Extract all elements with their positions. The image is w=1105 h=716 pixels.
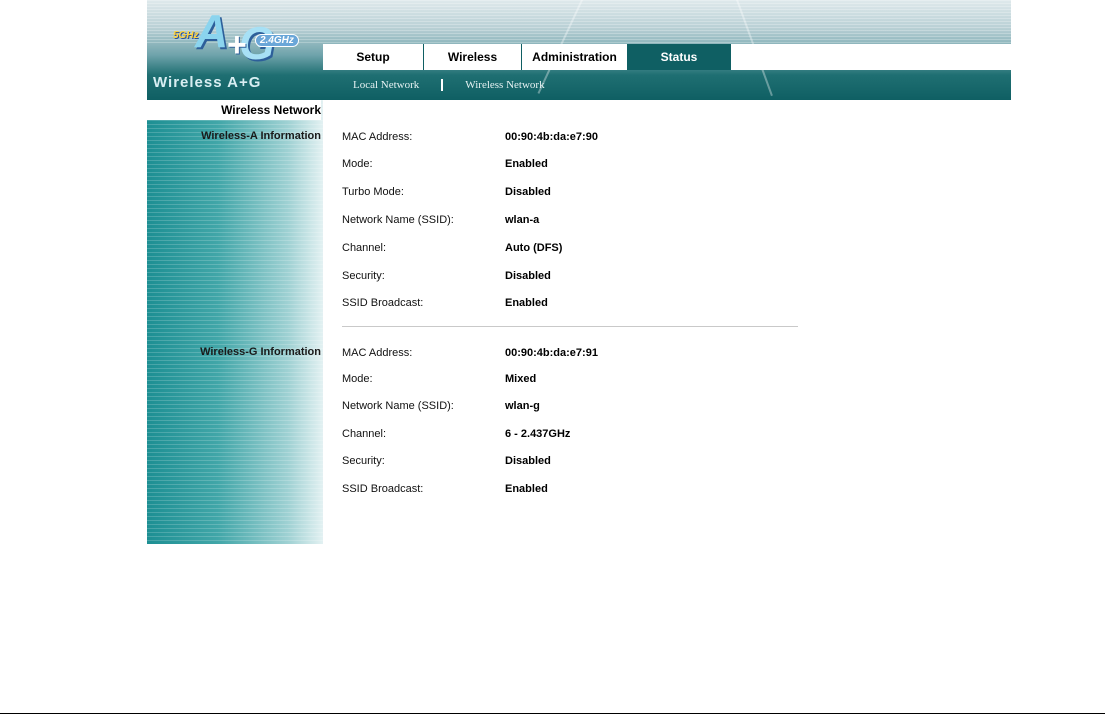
- info-label: Turbo Mode:: [342, 186, 404, 198]
- info-row-g-ssid: Network Name (SSID): wlan-g: [342, 400, 842, 420]
- info-row-g-mode: Mode: Mixed: [342, 373, 842, 393]
- info-row-g-channel: Channel: 6 - 2.437GHz: [342, 428, 842, 448]
- tab-wireless[interactable]: Wireless: [424, 44, 522, 70]
- info-label: Mode:: [342, 158, 373, 170]
- info-row-a-ssid-broadcast: SSID Broadcast: Enabled: [342, 297, 842, 317]
- info-label: Network Name (SSID):: [342, 214, 454, 226]
- tab-status[interactable]: Status: [628, 44, 731, 70]
- info-value: Disabled: [505, 270, 551, 282]
- info-row-g-ssid-broadcast: SSID Broadcast: Enabled: [342, 483, 842, 503]
- info-row-a-mode: Mode: Enabled: [342, 158, 842, 178]
- wireless-a-heading: Wireless-A Information: [201, 130, 321, 142]
- page-bottom-rule: [0, 713, 1105, 714]
- info-label: MAC Address:: [342, 131, 413, 143]
- info-label: MAC Address:: [342, 347, 413, 359]
- section-divider: [342, 326, 798, 327]
- info-value: 6 - 2.437GHz: [505, 428, 571, 440]
- subnav-separator: [441, 79, 444, 91]
- info-value: Auto (DFS): [505, 242, 563, 254]
- info-label: Mode:: [342, 373, 373, 385]
- info-row-a-channel: Channel: Auto (DFS): [342, 242, 842, 262]
- info-value: Enabled: [505, 297, 548, 309]
- logo-5ghz-label: 5GHz: [173, 30, 199, 41]
- info-row-g-mac: MAC Address: 00:90:4b:da:e7:91: [342, 347, 842, 367]
- sub-navigation: Local Network Wireless Network: [323, 70, 1011, 100]
- info-label: SSID Broadcast:: [342, 483, 424, 495]
- router-admin-frame: A G + 5GHz 2.4GHz Wireless A+G Setup Wir…: [147, 0, 1011, 544]
- info-row-a-turbo: Turbo Mode: Disabled: [342, 186, 842, 206]
- info-row-a-ssid: Network Name (SSID): wlan-a: [342, 214, 842, 234]
- main-tabs: Setup Wireless Administration Status: [323, 44, 731, 70]
- subnav-wireless-network[interactable]: Wireless Network: [465, 79, 544, 91]
- tab-setup[interactable]: Setup: [323, 44, 424, 70]
- info-value: Disabled: [505, 186, 551, 198]
- logo-letter-a: A: [195, 5, 229, 57]
- info-value: Mixed: [505, 373, 537, 385]
- main-tab-bar: Setup Wireless Administration Status: [323, 44, 1011, 70]
- header-banner: A G + 5GHz 2.4GHz Wireless A+G Setup Wir…: [147, 0, 1011, 100]
- info-row-g-security: Security: Disabled: [342, 455, 842, 475]
- info-value: 00:90:4b:da:e7:91: [505, 347, 598, 359]
- subnav-local-network[interactable]: Local Network: [353, 79, 419, 91]
- page-title: Wireless Network: [147, 100, 321, 120]
- info-value: 00:90:4b:da:e7:90: [505, 131, 598, 143]
- info-label: Security:: [342, 270, 385, 282]
- logo-plus: +: [227, 26, 247, 64]
- info-value: wlan-a: [505, 214, 540, 226]
- info-label: Channel:: [342, 428, 387, 440]
- info-value: Enabled: [505, 483, 548, 495]
- tab-administration[interactable]: Administration: [522, 44, 628, 70]
- sidebar-stripes: [147, 100, 323, 544]
- info-label: Security:: [342, 455, 385, 467]
- info-value: Enabled: [505, 158, 548, 170]
- product-name: Wireless A+G: [153, 74, 262, 91]
- brand-logo: A G + 5GHz 2.4GHz Wireless A+G: [147, 0, 323, 100]
- info-value: wlan-g: [505, 400, 540, 412]
- logo-24ghz-label: 2.4GHz: [255, 34, 299, 47]
- wireless-g-heading: Wireless-G Information: [200, 346, 321, 358]
- info-value: Disabled: [505, 455, 551, 467]
- info-label: Channel:: [342, 242, 387, 254]
- info-row-a-security: Security: Disabled: [342, 270, 842, 290]
- left-sidebar-column: [147, 100, 323, 544]
- info-row-a-mac: MAC Address: 00:90:4b:da:e7:90: [342, 131, 842, 151]
- info-label: Network Name (SSID):: [342, 400, 454, 412]
- info-label: SSID Broadcast:: [342, 297, 424, 309]
